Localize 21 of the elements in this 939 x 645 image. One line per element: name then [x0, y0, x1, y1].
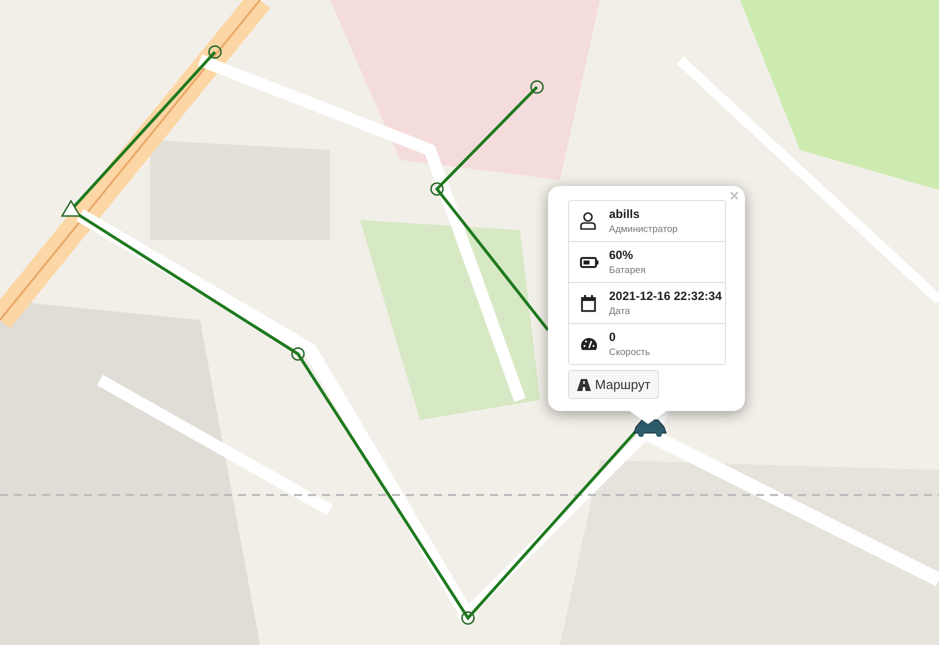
- start-triangle-icon: [60, 200, 82, 217]
- waypoint-icon: [430, 182, 444, 196]
- row-value: 0: [609, 330, 617, 344]
- row-label: Администратор: [609, 224, 678, 235]
- battery-icon: [580, 256, 599, 268]
- waypoint-icon: [208, 45, 222, 59]
- road-icon: [577, 378, 591, 390]
- waypoint-icon: [291, 347, 305, 361]
- row-value: 60%: [609, 248, 634, 262]
- speedometer-icon: [580, 337, 598, 351]
- waypoint-icon: [461, 611, 475, 625]
- route-button[interactable]: Маршрут: [568, 370, 660, 399]
- car-icon: [633, 420, 667, 437]
- row-value: abills: [609, 207, 641, 221]
- waypoint-icon: [530, 80, 544, 94]
- row-label: Скорость: [609, 347, 650, 358]
- calendar-icon: [581, 294, 596, 312]
- row-label: Дата: [609, 306, 632, 317]
- user-icon: [580, 212, 596, 230]
- row-value: 2021-12-16 22:32:34: [609, 289, 722, 303]
- row-label: Батарея: [609, 265, 646, 276]
